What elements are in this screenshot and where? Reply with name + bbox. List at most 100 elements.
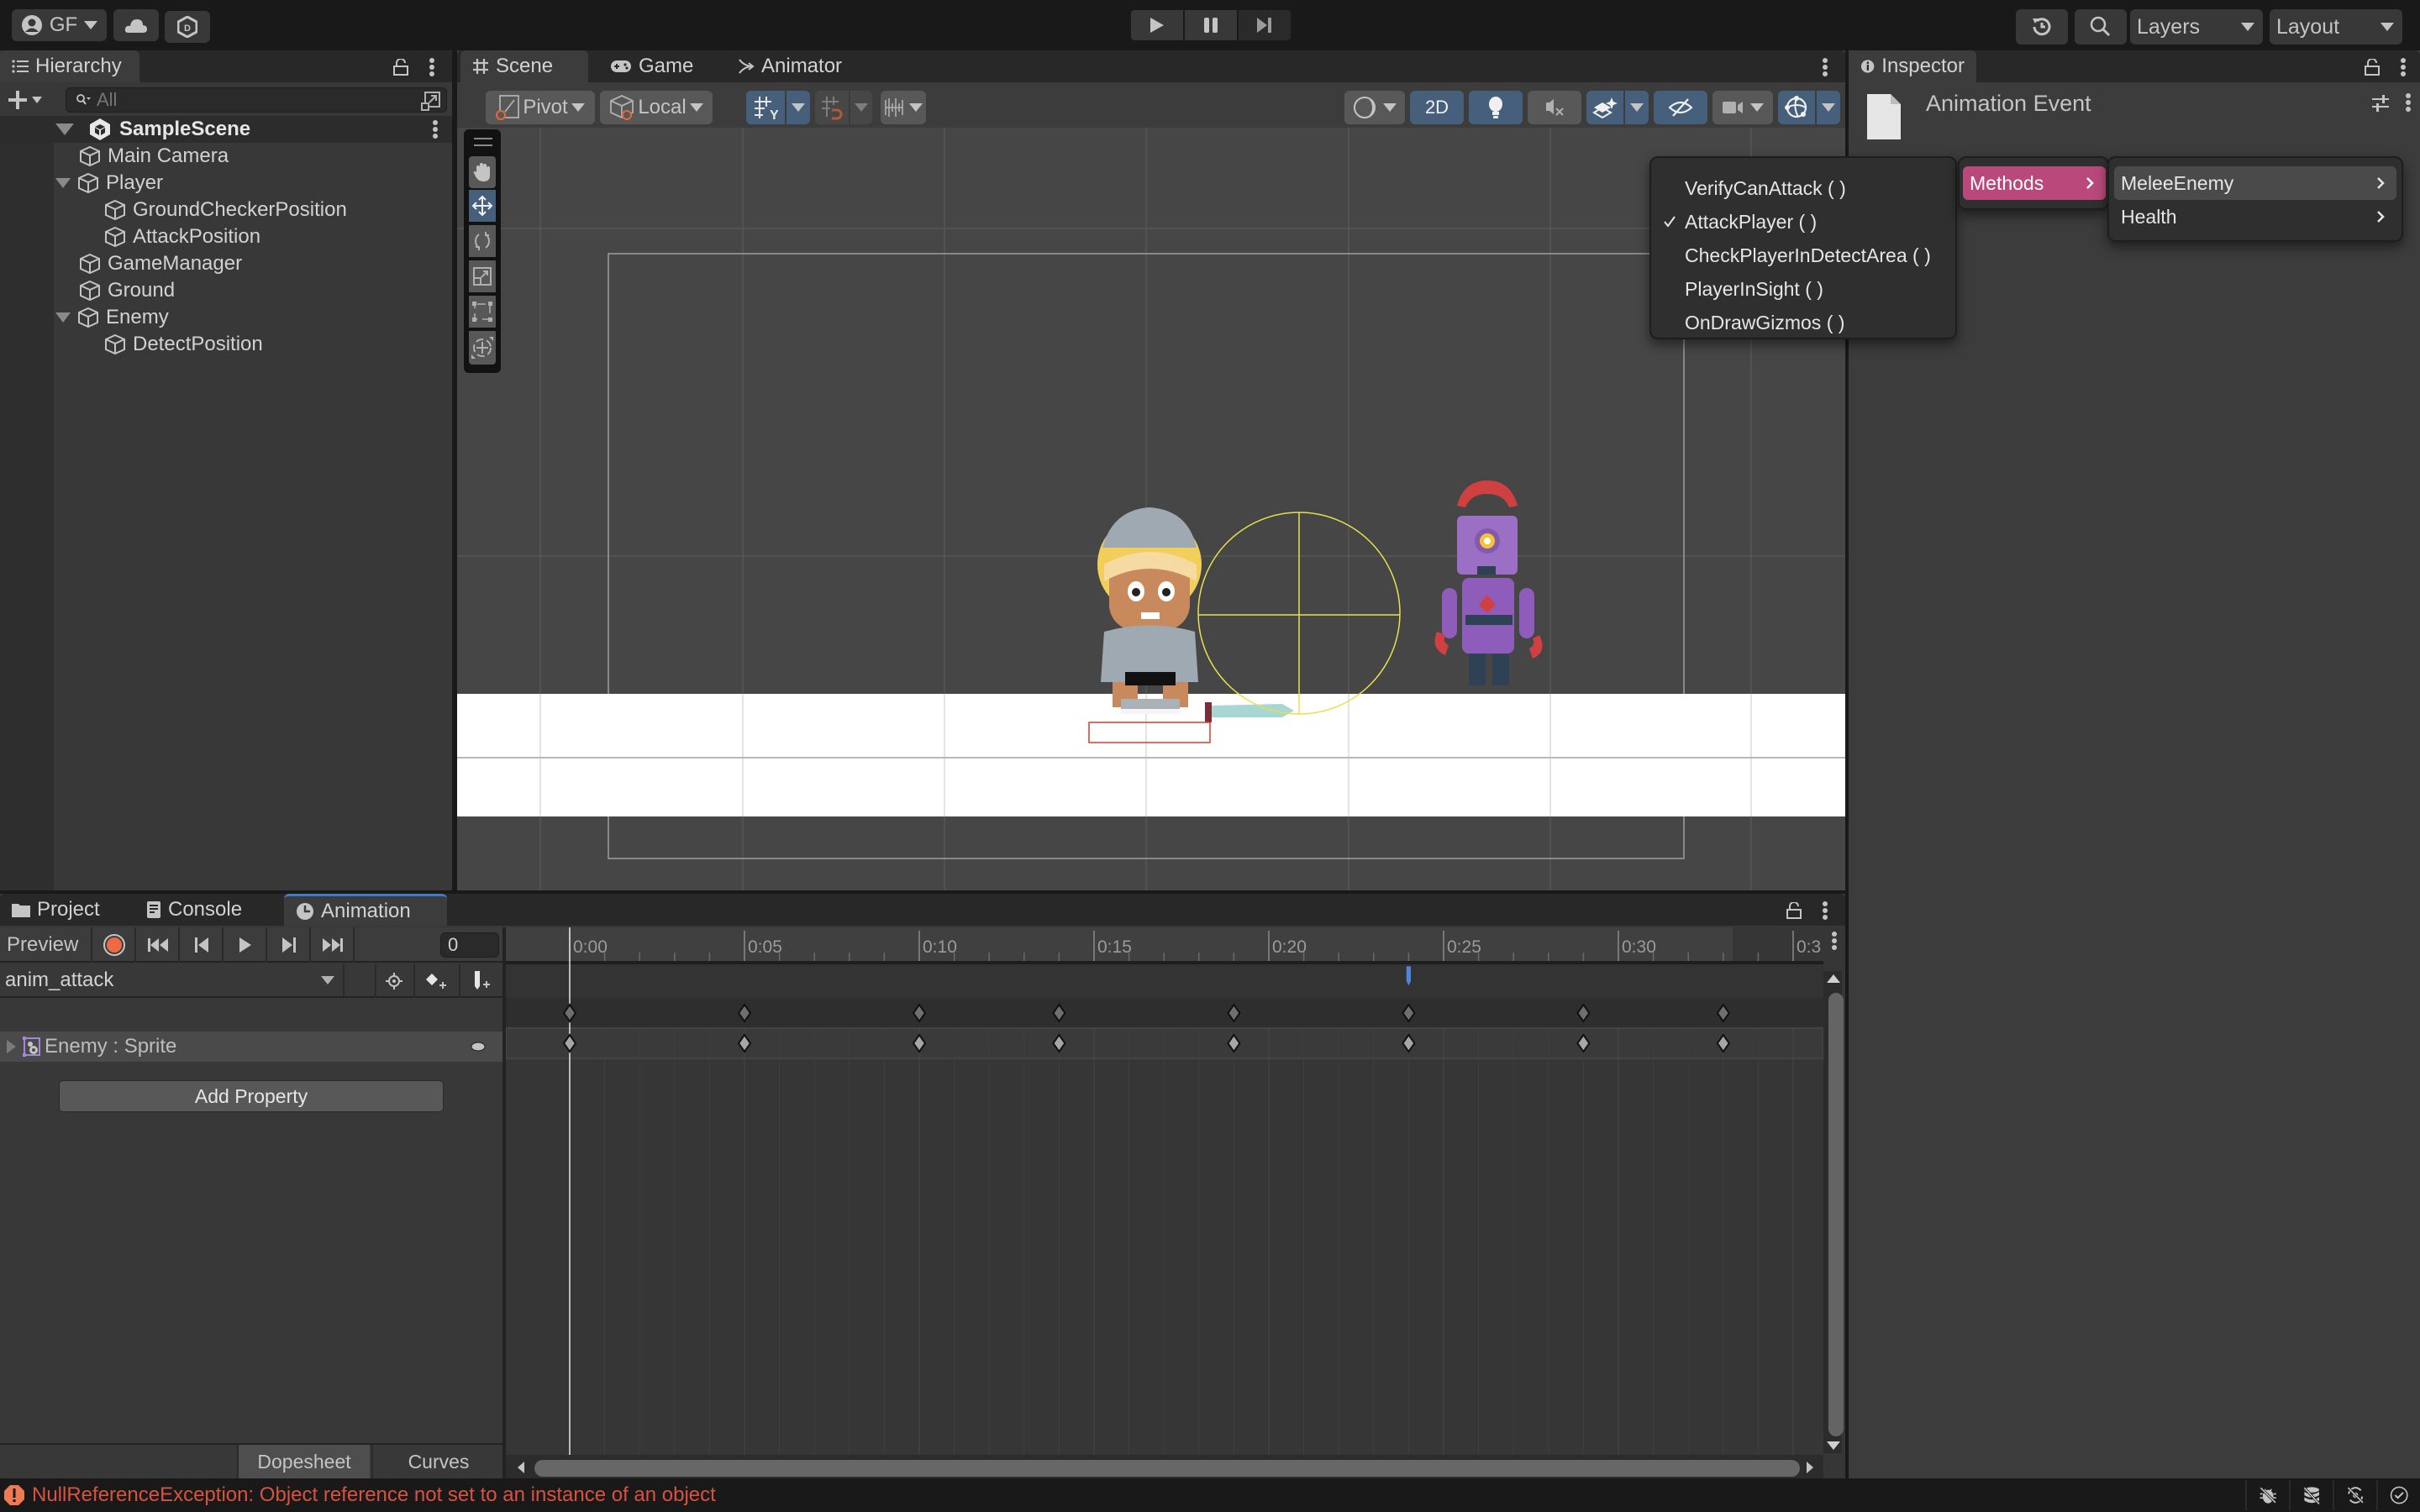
pause-button[interactable]	[1185, 10, 1237, 40]
more-options-icon[interactable]	[429, 57, 435, 77]
grid-snap-toggle[interactable]: Y	[746, 91, 785, 124]
more-options-icon[interactable]	[2400, 57, 2407, 77]
gizmos-dropdown[interactable]	[1817, 91, 1840, 124]
auto-refresh-off-icon[interactable]	[2346, 1483, 2365, 1507]
gizmos-toggle[interactable]	[1778, 91, 1815, 124]
tab-inspector[interactable]: Inspector	[1849, 50, 1976, 82]
menu-item-function[interactable]: PlayerInSight ( )	[1651, 272, 1955, 306]
tab-animation[interactable]: Animation	[284, 894, 447, 926]
add-property-button[interactable]: Add Property	[59, 1080, 444, 1112]
tab-project[interactable]: Project	[0, 894, 112, 926]
increment-snap-dropdown[interactable]	[850, 91, 872, 124]
curves-tab[interactable]: Curves	[371, 1445, 504, 1478]
menu-item-function[interactable]: CheckPlayerInDetectArea ( )	[1651, 239, 1955, 272]
move-tool[interactable]	[469, 190, 496, 222]
account-dropdown[interactable]: GF	[12, 9, 107, 41]
tab-hierarchy[interactable]: Hierarchy	[0, 50, 139, 82]
tab-game[interactable]: Game	[598, 50, 705, 82]
create-button[interactable]	[8, 86, 50, 114]
expand-arrow-icon[interactable]	[55, 312, 71, 323]
lock-icon[interactable]	[2365, 59, 2380, 76]
play-animation-button[interactable]	[225, 927, 267, 963]
scroll-right-arrow[interactable]	[1807, 1462, 1813, 1473]
prev-keyframe-button[interactable]	[182, 927, 224, 963]
menu-item-component[interactable]: MeleeEnemy	[2114, 166, 2396, 200]
more-options-icon[interactable]	[2405, 92, 2412, 113]
palette-drag-handle[interactable]	[474, 138, 492, 146]
rect-tool[interactable]	[469, 296, 496, 328]
scale-tool[interactable]	[469, 260, 496, 292]
lock-icon[interactable]	[393, 59, 408, 76]
scroll-down-arrow[interactable]	[1827, 1441, 1840, 1450]
tab-scene[interactable]: Scene	[460, 50, 588, 82]
snap-settings-dropdown[interactable]	[881, 91, 926, 124]
check-circle-icon[interactable]	[2390, 1483, 2408, 1507]
open-window-icon[interactable]	[421, 91, 441, 111]
cache-off-icon[interactable]	[2302, 1483, 2321, 1507]
timeline[interactable]: 0:00 0:05 0:10 0:15 0:20 0:25 0:30 0:3	[506, 927, 1845, 1478]
preset-settings-icon[interactable]	[2371, 94, 2390, 113]
step-button[interactable]	[1239, 10, 1291, 40]
vscroll-thumb[interactable]	[1828, 993, 1844, 1436]
hierarchy-item[interactable]: AttackPosition	[104, 223, 260, 250]
menu-item-function[interactable]: OnDrawGizmos ( )	[1651, 306, 1955, 339]
menu-item-function[interactable]: VerifyCanAttack ( )	[1651, 171, 1955, 205]
expand-arrow-icon[interactable]	[55, 178, 71, 188]
search-field[interactable]	[66, 87, 447, 113]
hierarchy-search-input[interactable]	[97, 89, 416, 111]
layers-dropdown[interactable]: Layers	[2130, 9, 2263, 45]
error-message[interactable]: NullReferenceException: Object reference…	[32, 1483, 716, 1507]
scroll-up-arrow[interactable]	[1827, 974, 1840, 983]
add-keyframe-button[interactable]	[413, 964, 457, 998]
tab-animator[interactable]: Animator	[726, 50, 854, 82]
hierarchy-item[interactable]: Enemy	[55, 304, 169, 331]
menu-item-methods[interactable]: Methods	[1963, 166, 2106, 200]
lighting-toggle[interactable]	[1469, 91, 1523, 124]
scene-header[interactable]: SampleScene	[55, 116, 250, 143]
camera-dropdown[interactable]	[1712, 91, 1773, 124]
record-button[interactable]	[94, 927, 136, 963]
preview-toggle[interactable]: Preview	[0, 927, 92, 963]
scene-visibility-toggle[interactable]	[1654, 91, 1707, 124]
local-dropdown[interactable]: Local	[600, 91, 713, 124]
grid-snap-dropdown[interactable]	[786, 91, 810, 124]
pivot-dropdown[interactable]: Pivot	[486, 91, 595, 124]
audio-toggle[interactable]	[1528, 91, 1581, 124]
filter-by-selection-button[interactable]	[375, 964, 412, 998]
property-row[interactable]: Enemy : Sprite	[0, 1032, 504, 1062]
unity-dev-button[interactable]: D	[165, 11, 210, 43]
more-options-icon[interactable]	[432, 119, 439, 139]
search-button[interactable]	[2075, 9, 2127, 45]
undo-history-button[interactable]	[2016, 9, 2068, 45]
hierarchy-item[interactable]: Player	[55, 170, 163, 197]
hierarchy-item[interactable]: Ground	[79, 277, 175, 304]
effects-dropdown[interactable]	[1625, 91, 1649, 124]
tab-console[interactable]: Console	[134, 894, 254, 926]
hscroll-thumb[interactable]	[534, 1460, 1800, 1477]
last-keyframe-button[interactable]	[313, 927, 355, 963]
transform-tool[interactable]	[469, 331, 496, 365]
hierarchy-item[interactable]: GameManager	[79, 250, 242, 277]
lock-icon[interactable]	[1786, 902, 1802, 919]
add-event-button[interactable]	[459, 964, 502, 998]
rotate-tool[interactable]	[469, 225, 496, 257]
dopesheet-tab[interactable]: Dopesheet	[237, 1445, 370, 1478]
property-options-icon[interactable]	[471, 1042, 486, 1052]
effects-toggle[interactable]	[1586, 91, 1623, 124]
play-button[interactable]	[1131, 10, 1183, 40]
2d-mode-toggle[interactable]: 2D	[1410, 91, 1464, 124]
clip-dropdown[interactable]: anim_attack	[0, 964, 345, 998]
scroll-left-arrow[interactable]	[518, 1462, 524, 1473]
scene-viewport[interactable]	[457, 128, 1845, 890]
hand-tool[interactable]	[469, 156, 496, 188]
hierarchy-item[interactable]: GroundCheckerPosition	[104, 197, 347, 223]
hierarchy-item[interactable]: DetectPosition	[104, 331, 263, 358]
more-options-icon[interactable]	[1822, 900, 1828, 921]
increment-snap-toggle[interactable]	[815, 91, 849, 124]
draw-mode-dropdown[interactable]	[1344, 91, 1405, 124]
first-keyframe-button[interactable]	[138, 927, 180, 963]
cloud-button[interactable]	[113, 9, 159, 41]
hierarchy-item[interactable]: Main Camera	[79, 143, 229, 170]
layout-dropdown[interactable]: Layout	[2270, 9, 2402, 45]
debug-off-icon[interactable]	[2259, 1483, 2277, 1507]
